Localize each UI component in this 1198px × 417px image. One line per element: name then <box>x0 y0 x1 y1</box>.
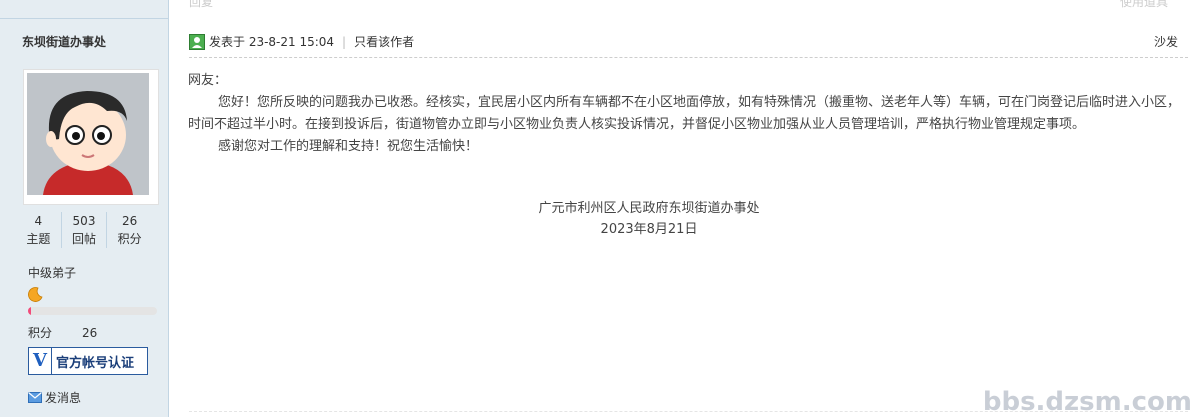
stat-value: 503 <box>72 214 96 228</box>
envelope-icon <box>28 392 42 403</box>
only-author-link[interactable]: 只看该作者 <box>354 33 414 50</box>
reply-link-faded[interactable]: 回复 <box>189 0 213 10</box>
site-watermark: bbs.dzsm.com <box>982 387 1192 417</box>
avatar-image <box>27 73 149 195</box>
post-body: 您好！您所反映的问题我办已收悉。经核实，宜民居小区内所有车辆都不在小区地面停放，… <box>188 95 1181 132</box>
use-item-link-faded[interactable]: 使用道具 <box>1120 0 1168 10</box>
official-verify-badge[interactable]: V 官方帐号认证 <box>28 347 148 375</box>
online-user-icon <box>189 33 205 50</box>
sidebar-divider <box>0 18 168 19</box>
rank-progress-fill <box>28 307 31 315</box>
signature-org: 广元市利州区人民政府东坝街道办事处 <box>538 201 760 216</box>
moon-icon <box>28 287 43 302</box>
verify-text: 官方帐号认证 <box>56 355 135 371</box>
rank-progress-bar <box>28 307 157 315</box>
author-name[interactable]: 东坝街道办事处 <box>22 33 106 50</box>
stat-replies[interactable]: 503 回帖 <box>62 212 108 248</box>
author-sidebar: 东坝街道办事处 4 主题 503 回帖 26 积分 中级弟子 积分 26 V 官… <box>0 0 169 417</box>
post-meta: 发表于 23-8-21 15:04 | 只看该作者 <box>189 33 414 50</box>
signature-date: 2023年8月21日 <box>600 222 698 237</box>
send-message-link[interactable]: 发消息 <box>28 389 81 406</box>
post-content: 网友： 您好！您所反映的问题我办已收悉。经核实，宜民居小区内所有车辆都不在小区地… <box>188 70 1188 158</box>
meta-separator: | <box>342 34 347 49</box>
stat-label: 主题 <box>26 232 51 246</box>
author-stats: 4 主题 503 回帖 26 积分 <box>16 212 152 248</box>
user-rank: 中级弟子 <box>28 266 77 280</box>
post-thanks: 感谢您对工作的理解和支持！祝您生活愉快！ <box>218 139 479 154</box>
post-time: 发表于 23-8-21 15:04 <box>209 35 335 49</box>
post-greeting: 网友： <box>188 73 228 88</box>
stat-label: 积分 <box>117 232 142 246</box>
points-row: 积分 26 <box>28 324 97 341</box>
post-main: 回复 使用道具 发表于 23-8-21 15:04 | 只看该作者 沙发 网友：… <box>169 0 1198 417</box>
points-label: 积分 <box>28 326 53 340</box>
stat-topics[interactable]: 4 主题 <box>16 212 62 248</box>
header-divider <box>189 57 1188 58</box>
stat-label: 回帖 <box>72 232 97 246</box>
stat-value: 4 <box>34 214 43 228</box>
send-message-label: 发消息 <box>45 391 82 405</box>
verified-v-icon: V <box>29 348 52 374</box>
points-value: 26 <box>82 326 98 340</box>
avatar[interactable] <box>23 69 159 205</box>
stat-points[interactable]: 26 积分 <box>107 212 152 248</box>
post-floor-label[interactable]: 沙发 <box>1154 33 1178 50</box>
stat-value: 26 <box>122 214 138 228</box>
